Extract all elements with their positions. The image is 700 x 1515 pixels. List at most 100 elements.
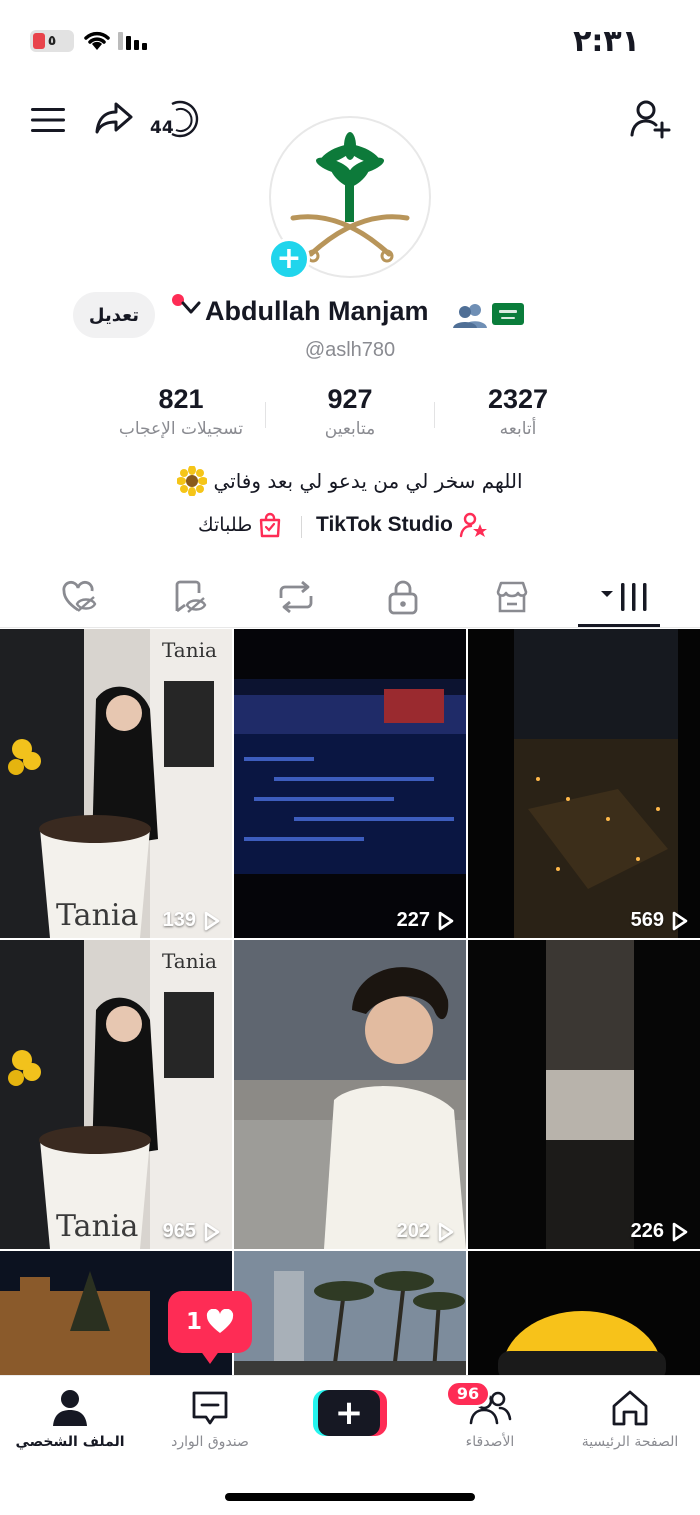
following-label: أتابعه: [499, 419, 537, 439]
nav-profile-label: الملف الشخصي: [15, 1434, 125, 1450]
play-icon: [672, 1222, 688, 1241]
chevron-down-icon[interactable]: [180, 300, 202, 316]
play-icon: [204, 1222, 220, 1241]
cafe-thumbnail-image: Tania Tania: [0, 940, 232, 1249]
tab-liked[interactable]: [50, 574, 110, 620]
video-thumbnail[interactable]: [468, 1251, 700, 1375]
create-button[interactable]: +: [313, 1390, 387, 1436]
status-time: ٢:٣١: [573, 24, 640, 59]
tab-shop[interactable]: [482, 574, 542, 620]
svg-text:Tania: Tania: [162, 949, 217, 973]
tab-private[interactable]: [373, 574, 433, 620]
home-indicator: [225, 1493, 475, 1501]
likes-count: 821: [158, 384, 204, 414]
young-man-thumbnail-image: [234, 940, 466, 1249]
play-icon: [204, 911, 220, 930]
profile-links: طلباتك TikTok Studio: [0, 512, 700, 542]
inbox-icon: [192, 1391, 228, 1425]
plus-icon: +: [318, 1390, 380, 1436]
profile-tabs: [0, 566, 700, 628]
edit-profile-button[interactable]: تعديل: [73, 292, 155, 338]
night-lights-thumbnail-image: [468, 629, 700, 938]
popup-tail: [200, 1350, 220, 1364]
active-tab-indicator: [578, 624, 660, 627]
view-count: 569: [631, 909, 688, 932]
video-thumbnail[interactable]: [234, 1251, 466, 1375]
following-count: 2327: [487, 384, 549, 414]
night-water-thumbnail-image: [234, 629, 466, 938]
profile-views-button[interactable]: 44: [148, 96, 208, 144]
heart-hidden-icon: [62, 580, 97, 612]
tab-videos[interactable]: [596, 574, 656, 620]
nav-home[interactable]: الصفحة الرئيسية: [560, 1386, 700, 1450]
yellow-emoji-thumbnail-image: [468, 1251, 700, 1375]
nav-friends-label: الأصدقاء: [465, 1434, 515, 1450]
play-icon: [438, 1222, 454, 1241]
video-thumbnail[interactable]: 569: [468, 629, 700, 938]
followers-label: متابعين: [324, 419, 376, 439]
friends-badge: 96: [446, 1381, 490, 1407]
profile-icon: [53, 1390, 87, 1426]
tiktok-studio-link[interactable]: TikTok Studio: [316, 512, 489, 538]
likes-stat[interactable]: 821 تسجيلات الإعجاب: [96, 384, 266, 439]
view-count: 965: [163, 1220, 220, 1243]
shopping-bag-icon: [260, 512, 281, 538]
sunflower-icon: [177, 466, 208, 496]
likes-label: تسجيلات الإعجاب: [118, 419, 244, 439]
profile-bio: اللهم سخر لي من يدعو لي بعد وفاتي: [0, 466, 700, 496]
svg-text:Tania: Tania: [56, 1209, 138, 1244]
view-count: 202: [397, 1220, 454, 1243]
lock-icon: [388, 580, 418, 615]
followers-count: 927: [327, 384, 373, 414]
menu-icon[interactable]: [26, 98, 70, 142]
add-friend-icon[interactable]: [628, 96, 674, 142]
following-stat[interactable]: 2327 أتابعه: [433, 384, 603, 439]
cafe-thumbnail-image: Tania Tania: [0, 629, 232, 938]
like-count: 1: [185, 1309, 202, 1335]
svg-text:Tania: Tania: [56, 898, 138, 933]
tiktok-studio-label: TikTok Studio: [316, 513, 453, 536]
add-avatar-button[interactable]: +: [268, 238, 310, 280]
nav-home-label: الصفحة الرئيسية: [581, 1434, 679, 1450]
heart-icon: [206, 1309, 234, 1333]
links-divider: [301, 516, 302, 538]
view-count: 227: [397, 909, 454, 932]
display-name: Abdullah Manjam: [205, 296, 429, 326]
profile-views-count: 44: [150, 118, 174, 138]
bio-text: اللهم سخر لي من يدعو لي بعد وفاتي: [213, 469, 523, 493]
like-notification-popup[interactable]: 1: [168, 1291, 252, 1353]
video-thumbnail[interactable]: 202: [234, 940, 466, 1249]
followers-stat[interactable]: 927 متابعين: [265, 384, 435, 439]
video-thumbnail[interactable]: Tania Tania 139: [0, 629, 232, 938]
nav-inbox-label: صندوق الوارد: [171, 1434, 249, 1450]
nav-profile[interactable]: الملف الشخصي: [0, 1386, 140, 1450]
share-icon[interactable]: [92, 96, 136, 140]
video-thumbnail[interactable]: 226: [468, 940, 700, 1249]
svg-text:Tania: Tania: [162, 638, 217, 662]
dark-interior-thumbnail-image: [468, 940, 700, 1249]
orders-label: طلباتك: [198, 514, 253, 536]
username: @aslh780: [304, 339, 396, 361]
shop-icon: [496, 581, 528, 613]
nav-friends[interactable]: الأصدقاء: [420, 1386, 560, 1450]
nav-inbox[interactable]: صندوق الوارد: [140, 1386, 280, 1450]
signal-icon: [118, 32, 147, 50]
orders-link[interactable]: طلباتك: [198, 512, 282, 538]
video-thumbnail[interactable]: 227: [234, 629, 466, 938]
status-bar: ٥ ٢:٣١: [0, 0, 700, 80]
palm-street-thumbnail-image: [234, 1251, 466, 1375]
home-icon: [612, 1390, 648, 1426]
play-icon: [672, 911, 688, 930]
saudi-flag-icon: [492, 303, 524, 325]
tab-reposts[interactable]: [266, 574, 326, 620]
view-count: 226: [631, 1220, 688, 1243]
profile-stats: 2327 أتابعه 927 متابعين 821 تسجيلات الإع…: [0, 384, 700, 454]
view-count: 139: [163, 909, 220, 932]
busts-icon: [453, 304, 487, 328]
tab-favorites[interactable]: [160, 574, 220, 620]
wifi-icon: [84, 31, 110, 50]
creator-star-icon: [459, 512, 487, 538]
video-thumbnail[interactable]: Tania Tania 965: [0, 940, 232, 1249]
play-icon: [438, 911, 454, 930]
bookmark-hidden-icon: [175, 580, 207, 613]
